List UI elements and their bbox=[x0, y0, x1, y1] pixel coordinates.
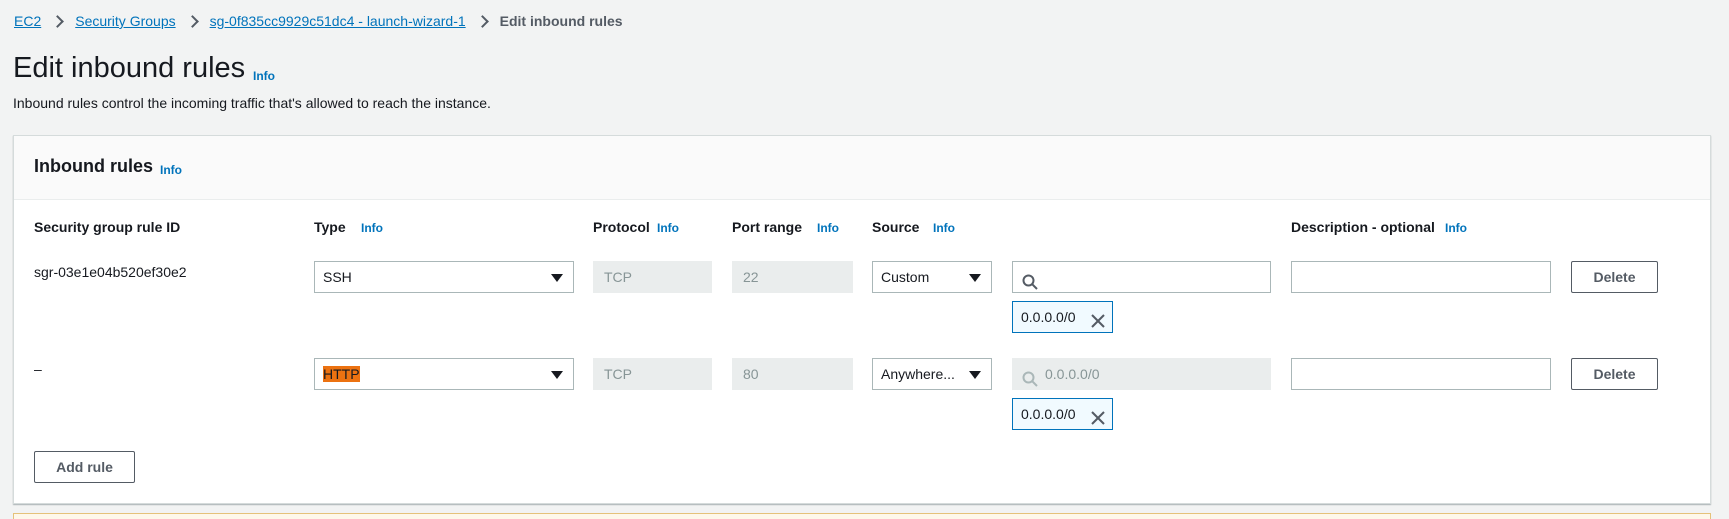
source-select[interactable]: Anywhere... bbox=[872, 358, 992, 390]
column-header-type: Type bbox=[314, 219, 346, 235]
column-header-protocol: Protocol bbox=[593, 219, 650, 235]
caret-down-icon bbox=[551, 371, 563, 379]
column-header-port-range: Port range bbox=[732, 219, 803, 235]
column-header-source: Source bbox=[872, 219, 920, 235]
cidr-search-input: 0.0.0.0/0 bbox=[1012, 358, 1271, 390]
chevron-right-icon bbox=[182, 12, 204, 30]
type-select-value: SSH bbox=[323, 269, 352, 285]
close-icon[interactable] bbox=[1090, 406, 1106, 425]
type-select[interactable]: HTTP bbox=[314, 358, 574, 390]
breadcrumb: EC2 Security Groups sg-0f835cc9929c51dc4… bbox=[14, 12, 623, 30]
close-icon[interactable] bbox=[1090, 309, 1106, 328]
caret-down-icon bbox=[551, 274, 563, 282]
search-icon bbox=[1022, 270, 1038, 290]
delete-button[interactable]: Delete bbox=[1571, 358, 1658, 390]
protocol-info-link[interactable]: Info bbox=[657, 221, 679, 235]
cidr-token: 0.0.0.0/0 bbox=[1012, 398, 1113, 430]
add-rule-button[interactable]: Add rule bbox=[34, 451, 135, 483]
cidr-token: 0.0.0.0/0 bbox=[1012, 301, 1113, 333]
type-info-link[interactable]: Info bbox=[361, 221, 383, 235]
breadcrumb-ec2[interactable]: EC2 bbox=[14, 13, 41, 29]
rule-id: sgr-03e1e04b520ef30e2 bbox=[34, 264, 187, 280]
description-input[interactable] bbox=[1291, 261, 1551, 293]
port-range-field: 80 bbox=[732, 358, 853, 390]
column-header-description: Description - optional bbox=[1291, 219, 1435, 235]
page-title: Edit inbound rules bbox=[13, 52, 246, 84]
panel-title: Inbound rules bbox=[34, 156, 153, 176]
search-icon bbox=[1022, 367, 1038, 387]
source-info-link[interactable]: Info bbox=[933, 221, 955, 235]
panel-header: Inbound rules Info bbox=[14, 136, 1710, 200]
port-range-info-link[interactable]: Info bbox=[817, 221, 839, 235]
breadcrumb-current: Edit inbound rules bbox=[499, 13, 623, 29]
breadcrumb-security-group[interactable]: sg-0f835cc9929c51dc4 - launch-wizard-1 bbox=[210, 13, 466, 29]
cidr-token-label: 0.0.0.0/0 bbox=[1021, 309, 1076, 325]
breadcrumb-security-groups[interactable]: Security Groups bbox=[75, 13, 175, 29]
warning-alert bbox=[13, 513, 1711, 519]
cidr-token-label: 0.0.0.0/0 bbox=[1021, 406, 1076, 422]
page-description: Inbound rules control the incoming traff… bbox=[13, 95, 491, 111]
description-info-link[interactable]: Info bbox=[1445, 221, 1467, 235]
caret-down-icon bbox=[969, 274, 981, 282]
cidr-search-input[interactable] bbox=[1012, 261, 1271, 293]
port-range-field: 22 bbox=[732, 261, 853, 293]
inbound-rules-panel: Inbound rules Info Security group rule I… bbox=[13, 135, 1711, 504]
page-info-link[interactable]: Info bbox=[253, 69, 275, 83]
type-select-value: HTTP bbox=[323, 366, 360, 382]
protocol-field: TCP bbox=[593, 261, 712, 293]
delete-button[interactable]: Delete bbox=[1571, 261, 1658, 293]
source-select-value: Custom bbox=[881, 269, 930, 285]
source-select-value: Anywhere... bbox=[881, 366, 955, 382]
rule-id: – bbox=[34, 361, 42, 377]
caret-down-icon bbox=[969, 371, 981, 379]
column-header-rule-id: Security group rule ID bbox=[34, 219, 181, 235]
source-select[interactable]: Custom bbox=[872, 261, 992, 293]
chevron-right-icon bbox=[472, 12, 494, 30]
protocol-field: TCP bbox=[593, 358, 712, 390]
chevron-right-icon bbox=[47, 12, 69, 30]
description-input[interactable] bbox=[1291, 358, 1551, 390]
cidr-search-value: 0.0.0.0/0 bbox=[1045, 366, 1100, 382]
type-select[interactable]: SSH bbox=[314, 261, 574, 293]
panel-info-link[interactable]: Info bbox=[160, 163, 182, 177]
